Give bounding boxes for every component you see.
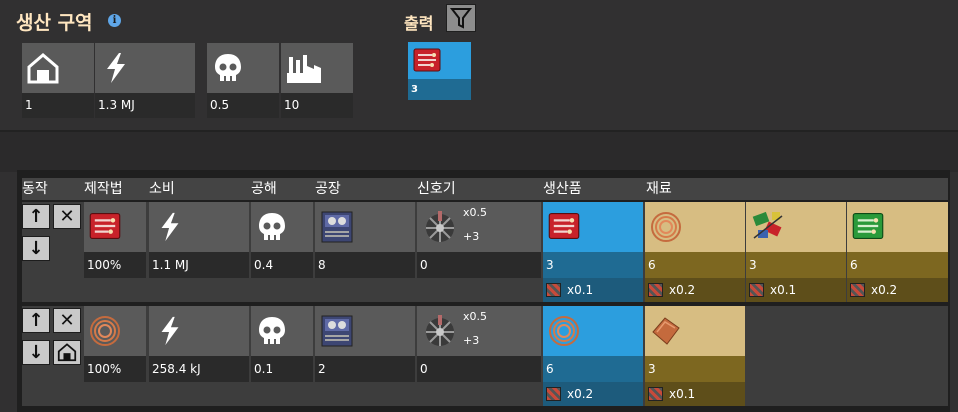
ingredient-rate: x0.1 — [645, 382, 745, 406]
section-divider — [0, 130, 958, 172]
ingredient-rate: x0.2 — [847, 278, 948, 302]
page-title: 생산 구역 — [16, 12, 93, 34]
output-item[interactable]: 3 — [408, 42, 471, 100]
skull-icon — [259, 213, 285, 240]
copper-cable-icon — [549, 316, 579, 346]
copper-plate-icon — [652, 317, 680, 345]
speed-module-icon — [648, 283, 663, 297]
recipe-percent: 100% — [84, 356, 146, 382]
stat-building[interactable]: 1 — [22, 43, 94, 118]
factory-value: 8 — [315, 252, 415, 278]
ingredient-count: 6 — [847, 252, 948, 278]
stat-energy-value: 1.3 MJ — [95, 93, 195, 118]
ingredient-rate: x0.1 — [746, 278, 846, 302]
product-count: 6 — [543, 356, 643, 382]
beacon-icon — [426, 315, 454, 346]
table-header: 동작 제작법 소비 공해 공장 신호기 생산품 재료 — [22, 178, 948, 200]
beacon-icon — [426, 211, 454, 242]
speed-module-icon — [546, 283, 561, 297]
pollution-value: 0.1 — [251, 356, 313, 382]
move-up-button[interactable]: ↑ — [22, 308, 50, 333]
consumption-value: 1.1 MJ — [149, 252, 249, 278]
building-icon — [57, 343, 77, 362]
header-beacon: 신호기 — [417, 181, 456, 197]
product-count: 3 — [543, 252, 643, 278]
speed-module-icon — [546, 387, 561, 401]
ingredient-count: 3 — [645, 356, 745, 382]
beacon-multiplier: x0.5 — [463, 310, 488, 323]
beacon-bonus: +3 — [463, 230, 480, 243]
circuit-parts-icon — [752, 211, 783, 239]
electronic-circuit-icon — [548, 212, 580, 240]
info-icon[interactable]: i — [108, 14, 121, 27]
header-action: 동작 — [22, 181, 48, 197]
speed-module-icon — [648, 387, 663, 401]
electronic-circuit-icon — [89, 212, 121, 240]
move-down-button[interactable]: ↓ — [22, 340, 50, 365]
pollution-value: 0.4 — [251, 252, 313, 278]
ingredient-rate: x0.2 — [645, 278, 745, 302]
output-count: 3 — [408, 79, 471, 100]
beacon-value: 0 — [417, 252, 541, 278]
ingredient-count: 6 — [645, 252, 745, 278]
recipe-percent: 100% — [84, 252, 146, 278]
building-button[interactable] — [53, 340, 81, 365]
header-ingredients: 재료 — [646, 181, 672, 197]
stat-energy[interactable]: 1.3 MJ — [95, 43, 195, 118]
assembling-machine-icon — [321, 315, 353, 347]
header-recipe: 제작법 — [84, 181, 123, 197]
lightning-icon — [161, 316, 179, 346]
copper-cable-icon — [651, 212, 681, 242]
beacon-value: 0 — [417, 356, 541, 382]
stat-building-value: 1 — [22, 93, 94, 118]
output-label: 출력 — [404, 14, 434, 33]
product-rate: x0.1 — [543, 278, 643, 302]
skull-icon — [215, 54, 241, 81]
speed-module-icon — [749, 283, 764, 297]
lightning-icon — [161, 212, 179, 242]
header-factory: 공장 — [315, 181, 341, 197]
header-pollution: 공해 — [251, 181, 277, 197]
electronic-circuit-icon — [413, 48, 441, 72]
stat-pollution-value: 0.5 — [207, 93, 279, 118]
copper-cable-icon — [90, 316, 120, 346]
stat-factory-value: 10 — [281, 93, 353, 118]
speed-module-icon — [850, 283, 865, 297]
factory-icon — [287, 55, 321, 83]
stat-pollution[interactable]: 0.5 — [207, 43, 279, 118]
filter-button[interactable] — [446, 4, 476, 32]
delete-button[interactable]: ✕ — [53, 308, 81, 333]
factory-value: 2 — [315, 356, 415, 382]
beacon-multiplier: x0.5 — [463, 206, 488, 219]
move-up-button[interactable]: ↑ — [22, 204, 50, 229]
assembling-machine-icon — [321, 211, 353, 243]
green-circuit-icon — [852, 212, 884, 240]
header-products: 생산품 — [543, 181, 582, 197]
product-rate: x0.2 — [543, 382, 643, 406]
ingredient-count: 3 — [746, 252, 846, 278]
building-icon — [27, 53, 59, 84]
table-row: ↑ ✕ ↓ 100% 1.1 MJ 0.4 8 x0.5 +3 0 3 x0.1… — [22, 202, 948, 302]
delete-button[interactable]: ✕ — [53, 204, 81, 229]
skull-icon — [259, 317, 285, 344]
move-down-button[interactable]: ↓ — [22, 236, 50, 261]
table-row: ↑ ✕ ↓ 100% 258.4 kJ 0.1 2 x0.5 +3 0 6 x0… — [22, 306, 948, 406]
beacon-bonus: +3 — [463, 334, 480, 347]
filter-icon — [449, 8, 473, 29]
lightning-icon — [107, 53, 125, 83]
header-consumption: 소비 — [149, 181, 175, 197]
consumption-value: 258.4 kJ — [149, 356, 249, 382]
stat-factory[interactable]: 10 — [281, 43, 353, 118]
